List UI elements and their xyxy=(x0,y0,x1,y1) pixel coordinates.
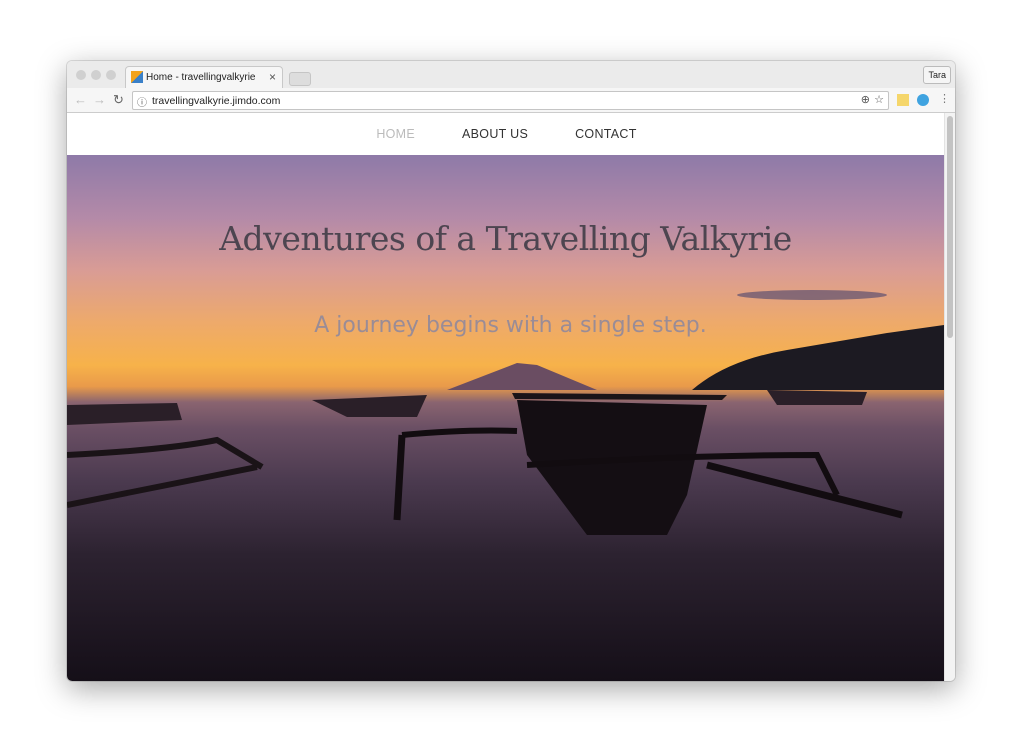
new-tab-button[interactable] xyxy=(289,72,311,86)
scrollbar-thumb[interactable] xyxy=(947,116,953,338)
close-window-button[interactable] xyxy=(76,70,86,80)
web-page: HOME ABOUT US CONTACT Adventures of a Tr… xyxy=(67,113,944,681)
tab-bar: Home - travellingvalkyrie × Tara xyxy=(67,61,955,89)
extension-s-icon[interactable] xyxy=(917,94,929,106)
tab-home[interactable]: Home - travellingvalkyrie × xyxy=(125,66,283,89)
hero-subtitle: A journey begins with a single step. xyxy=(314,313,707,338)
nav-contact[interactable]: CONTACT xyxy=(575,127,637,141)
address-bar[interactable]: ⓘ travellingvalkyrie.jimdo.com ⊕ ☆ xyxy=(132,91,889,110)
url-text[interactable]: travellingvalkyrie.jimdo.com xyxy=(152,95,280,107)
address-toolbar: ← → ↻ ⓘ travellingvalkyrie.jimdo.com ⊕ ☆… xyxy=(67,88,955,113)
tab-title: Home - travellingvalkyrie xyxy=(146,72,256,83)
minimize-window-button[interactable] xyxy=(91,70,101,80)
site-nav: HOME ABOUT US CONTACT xyxy=(67,113,944,155)
menu-kebab-icon[interactable]: ⋮ xyxy=(939,92,950,105)
reload-icon[interactable]: ↻ xyxy=(113,92,124,108)
nav-about-us[interactable]: ABOUT US xyxy=(462,127,528,141)
jimdo-favicon-icon xyxy=(131,71,143,83)
browser-window: Home - travellingvalkyrie × Tara ← → ↻ ⓘ… xyxy=(67,61,955,681)
nav-home[interactable]: HOME xyxy=(376,127,415,141)
info-icon[interactable]: ⓘ xyxy=(137,94,147,109)
back-arrow-icon[interactable]: ← xyxy=(74,92,87,107)
extension-icon[interactable] xyxy=(897,94,909,106)
vertical-scrollbar[interactable] xyxy=(944,113,955,681)
zoom-icon[interactable]: ⊕ xyxy=(861,93,870,106)
maximize-window-button[interactable] xyxy=(106,70,116,80)
bookmark-star-icon[interactable]: ☆ xyxy=(874,93,884,106)
hero-title: Adventures of a Travelling Valkyrie xyxy=(219,219,792,258)
hero-image: Adventures of a Travelling Valkyrie A jo… xyxy=(67,155,944,681)
tab-close-icon[interactable]: × xyxy=(269,70,276,84)
profile-button[interactable]: Tara xyxy=(923,66,951,84)
forward-arrow-icon[interactable]: → xyxy=(93,92,106,107)
